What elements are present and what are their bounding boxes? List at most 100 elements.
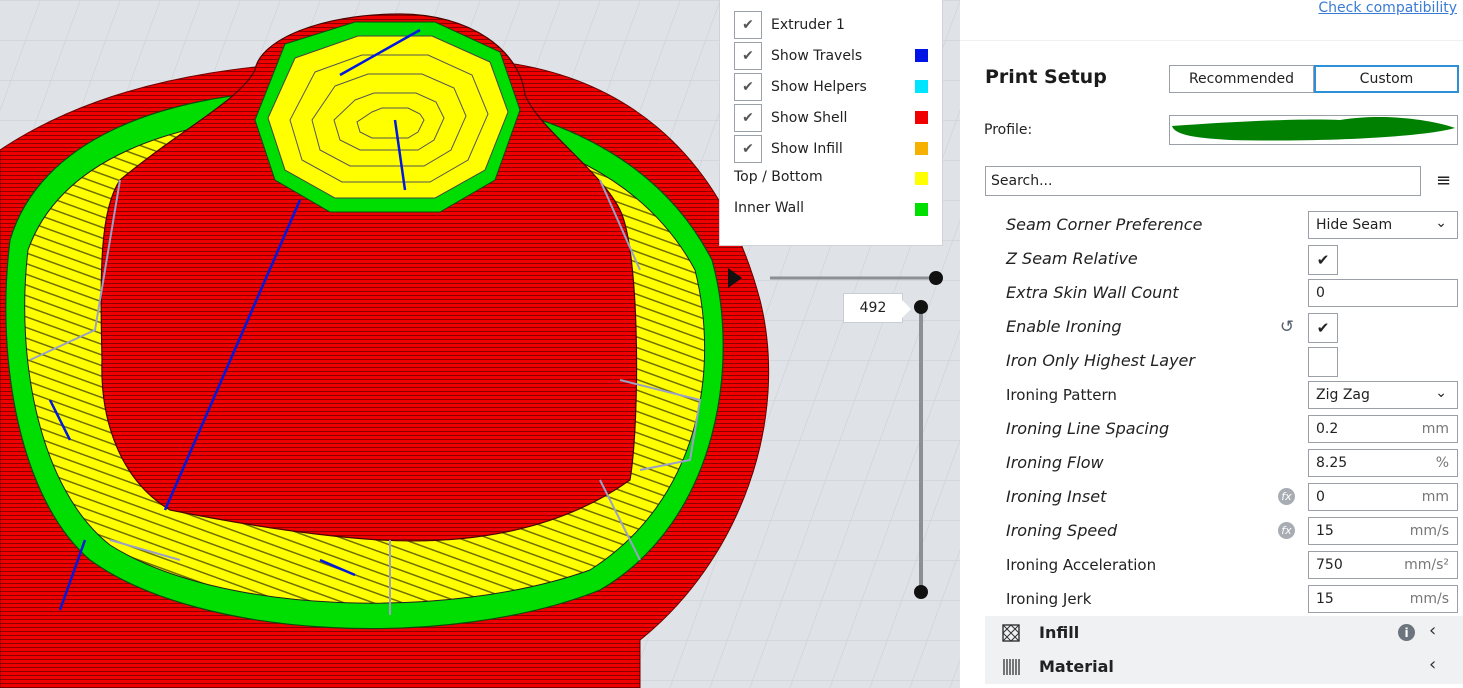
top-bottom-color-swatch (915, 172, 928, 185)
helpers-color-swatch (915, 80, 928, 93)
legend-label: Show Travels (771, 48, 863, 64)
setting-label: Ironing Pattern (1006, 386, 1117, 404)
reset-icon[interactable]: ↺ (1278, 317, 1296, 337)
view-legend: ✔ Extruder 1 ✔ Show Travels ✔ Show Helpe… (719, 0, 943, 246)
search-placeholder: Search... (991, 173, 1053, 189)
setting-label: Enable Ironing (1006, 317, 1122, 336)
legend-show-shell[interactable]: ✔ Show Shell (734, 103, 847, 133)
setting-row: Ironing Pattern Zig Zag ⌄ (960, 378, 1463, 412)
setting-value: 0.2 (1316, 421, 1339, 437)
info-icon[interactable]: i (1398, 624, 1415, 641)
setting-value: 0 (1316, 489, 1325, 505)
section-label: Material (1039, 657, 1114, 676)
infill-color-swatch (915, 142, 928, 155)
legend-top-bottom: Top / Bottom (734, 162, 823, 192)
settings-search-input[interactable]: Search... (985, 166, 1421, 196)
legend-show-infill[interactable]: ✔ Show Infill (734, 134, 843, 164)
function-icon[interactable]: fx (1278, 522, 1295, 539)
legend-label: Top / Bottom (734, 169, 823, 185)
function-icon[interactable]: fx (1278, 488, 1295, 505)
setting-row: Seam Corner Preference Hide Seam ⌄ (960, 208, 1463, 242)
setting-row: Ironing Flow 8.25% (960, 446, 1463, 480)
setting-input[interactable]: 0.2 mm (1308, 415, 1458, 443)
material-icon (1003, 659, 1020, 675)
legend-extruder-1[interactable]: ✔ Extruder 1 (734, 10, 845, 40)
section-infill[interactable]: Infill i ‹ (985, 616, 1463, 650)
setting-checkbox[interactable]: ✔ (1308, 245, 1338, 275)
show-travels-checkbox[interactable]: ✔ (734, 42, 762, 70)
setting-label: Z Seam Relative (1006, 249, 1138, 268)
setting-dropdown[interactable]: Hide Seam ⌄ (1308, 211, 1458, 239)
setting-row: Extra Skin Wall Count 0 (960, 276, 1463, 310)
setting-value: Hide Seam (1316, 217, 1393, 233)
layer-number: 492 (859, 300, 887, 316)
setting-row: Ironing Line Spacing 0.2 mm (960, 412, 1463, 446)
panel-topbar: Check compatibility (960, 0, 1463, 41)
legend-show-helpers[interactable]: ✔ Show Helpers (734, 72, 867, 102)
chevron-left-icon[interactable]: ‹ (1429, 654, 1436, 675)
profile-label: Profile: (984, 122, 1033, 138)
setting-input[interactable]: 15 mm/s (1308, 517, 1458, 545)
setting-input[interactable]: 0 mm (1308, 483, 1458, 511)
chevron-down-icon: ⌄ (1435, 385, 1447, 401)
setting-unit: mm (1421, 421, 1449, 437)
section-label: Infill (1039, 623, 1080, 642)
setting-input[interactable]: 0 (1308, 279, 1458, 307)
setting-label: Ironing Speed (1006, 521, 1118, 540)
layer-slider-bottom-handle (914, 585, 928, 599)
setting-label: Ironing Inset (1006, 487, 1107, 506)
redacted-profile-name (1172, 117, 1455, 141)
setting-label: Ironing Jerk (1006, 590, 1092, 608)
setting-value: 15 (1316, 523, 1334, 539)
setting-value: 750 (1316, 557, 1343, 573)
legend-inner-wall: Inner Wall (734, 193, 804, 223)
chevron-down-icon: ⌄ (1435, 215, 1447, 231)
setting-dropdown[interactable]: Zig Zag ⌄ (1308, 381, 1458, 409)
setting-label: Ironing Acceleration (1006, 556, 1157, 574)
layer-number-box[interactable]: 492 (843, 293, 911, 323)
setting-label: Iron Only Highest Layer (1006, 351, 1195, 370)
show-shell-checkbox[interactable]: ✔ (734, 104, 762, 132)
setting-value: 0 (1316, 285, 1325, 301)
setting-checkbox[interactable]: ✔ (1308, 313, 1338, 343)
setting-value: 8.25 (1316, 455, 1348, 471)
setting-row: Ironing Acceleration 750 mm/s² (960, 548, 1463, 582)
extruder-checkbox[interactable]: ✔ (734, 11, 762, 39)
show-helpers-checkbox[interactable]: ✔ (734, 73, 762, 101)
print-setup-panel: Check compatibility Print Setup Recommen… (960, 0, 1463, 688)
hamburger-icon[interactable]: ≡ (1436, 170, 1451, 191)
profile-selector[interactable] (1169, 115, 1458, 145)
setting-unit: mm/s (1409, 591, 1449, 607)
setting-input[interactable]: 8.25% (1308, 449, 1458, 477)
setting-row: Ironing Inset fx 0 mm (960, 480, 1463, 514)
setting-row: Iron Only Highest Layer (960, 344, 1463, 378)
print-setup-title: Print Setup (985, 66, 1107, 88)
layer-slider-top-handle (914, 300, 928, 314)
show-infill-checkbox[interactable]: ✔ (734, 135, 762, 163)
recommended-mode-button[interactable]: Recommended (1169, 65, 1314, 93)
setting-unit: % (1435, 455, 1449, 471)
inner-wall-color-swatch (915, 203, 928, 216)
section-material[interactable]: Material ‹ (985, 650, 1463, 684)
legend-label: Show Shell (771, 110, 848, 126)
legend-label: Show Infill (771, 141, 843, 157)
setting-row: Enable Ironing ↺ ✔ (960, 310, 1463, 344)
3d-viewport[interactable]: ✔ Extruder 1 ✔ Show Travels ✔ Show Helpe… (0, 0, 960, 688)
setting-input[interactable]: 15 mm/s (1308, 585, 1458, 613)
legend-label: Show Helpers (771, 79, 867, 95)
custom-mode-button[interactable]: Custom (1314, 65, 1459, 93)
legend-show-travels[interactable]: ✔ Show Travels (734, 41, 862, 71)
legend-label: Inner Wall (734, 200, 804, 216)
setting-input[interactable]: 750 mm/s² (1308, 551, 1458, 579)
setting-unit: mm (1421, 489, 1449, 505)
setting-checkbox[interactable] (1308, 347, 1338, 377)
setting-row: Ironing Jerk 15 mm/s (960, 582, 1463, 616)
chevron-left-icon[interactable]: ‹ (1429, 620, 1436, 641)
shell-color-swatch (915, 111, 928, 124)
check-compatibility-link[interactable]: Check compatibility (1318, 0, 1457, 16)
setting-row: Z Seam Relative ✔ (960, 242, 1463, 276)
setting-label: Ironing Line Spacing (1006, 419, 1170, 438)
legend-label: Extruder 1 (771, 17, 845, 33)
setting-row: Ironing Speed fx 15 mm/s (960, 514, 1463, 548)
setting-label: Seam Corner Preference (1006, 215, 1203, 234)
